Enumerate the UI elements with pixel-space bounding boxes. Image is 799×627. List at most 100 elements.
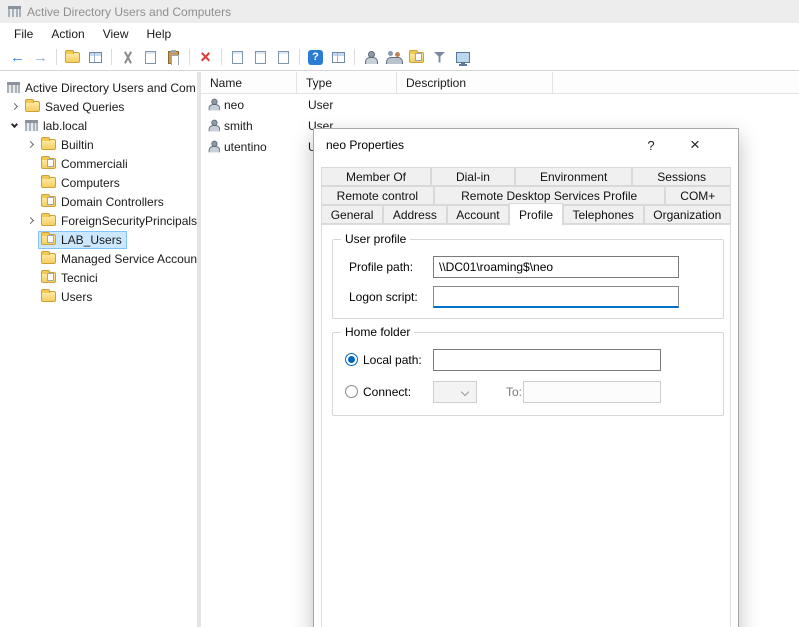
profile-path-input[interactable] (433, 256, 679, 278)
drive-letter-select[interactable] (433, 381, 477, 403)
tab-organization[interactable]: Organization (644, 205, 731, 224)
cut-button[interactable] (116, 46, 139, 68)
tree-item-commerciali[interactable]: Commerciali (0, 154, 197, 173)
tree-item-computers[interactable]: Computers (0, 173, 197, 192)
tab-telephones[interactable]: Telephones (563, 205, 644, 224)
refresh-button[interactable] (249, 46, 272, 68)
monitor-icon (456, 52, 470, 63)
tab-com-plus[interactable]: COM+ (665, 186, 731, 205)
menu-help[interactable]: Help (138, 25, 181, 43)
tree-item-tecnici[interactable]: Tecnici (0, 268, 197, 287)
chevron-right-icon (10, 103, 17, 110)
expand-toggle[interactable] (6, 125, 22, 127)
show-console-tree-button[interactable] (84, 46, 107, 68)
tree-item-foreign-security-principals[interactable]: ForeignSecurityPrincipals (0, 211, 197, 230)
delete-button[interactable] (194, 46, 217, 68)
menu-view[interactable]: View (94, 25, 138, 43)
tree-item-label: lab.local (43, 119, 87, 133)
tree-item-saved-queries[interactable]: Saved Queries (0, 97, 197, 116)
domain-icon (25, 120, 38, 131)
up-one-level-button[interactable] (61, 46, 84, 68)
tree-item-managed-service-accounts[interactable]: Managed Service Accoun (0, 249, 197, 268)
window-titlebar[interactable]: Active Directory Users and Computers (0, 0, 799, 23)
back-button[interactable] (6, 46, 29, 68)
delete-icon (200, 49, 211, 66)
toolbar-separator (299, 49, 300, 65)
expand-toggle[interactable] (22, 142, 38, 147)
folder-icon (41, 177, 56, 188)
tree-item-lab-local[interactable]: lab.local (0, 116, 197, 135)
menu-file[interactable]: File (5, 25, 42, 43)
tab-account[interactable]: Account (447, 205, 510, 224)
properties-button[interactable] (226, 46, 249, 68)
toolbar-separator (221, 49, 222, 65)
tab-environment[interactable]: Environment (515, 167, 632, 186)
neo-properties-dialog: neo Properties ? × Member Of Dial-in Env… (313, 128, 739, 627)
column-header-description[interactable]: Description (397, 72, 553, 93)
toolbar-separator (111, 49, 112, 65)
dialog-close-button[interactable]: × (680, 133, 710, 157)
local-path-radio[interactable] (345, 353, 358, 366)
console-tree-icon (89, 52, 102, 63)
connect-radio[interactable] (345, 385, 358, 398)
menu-bar: File Action View Help (0, 23, 799, 44)
toolbar-separator (354, 49, 355, 65)
ou-folder-icon (41, 272, 56, 283)
window-list-button[interactable] (327, 46, 350, 68)
tab-remote-control[interactable]: Remote control (321, 186, 434, 205)
chevron-down-icon (10, 120, 17, 127)
tab-dial-in[interactable]: Dial-in (431, 167, 515, 186)
tree-item-domain-controllers[interactable]: Domain Controllers (0, 192, 197, 211)
directory-icon (7, 82, 20, 93)
row-name: neo (224, 98, 244, 112)
column-header-name[interactable]: Name (201, 72, 297, 93)
tree-item-label: Domain Controllers (61, 195, 164, 209)
dialog-help-button[interactable]: ? (636, 133, 666, 157)
paste-button[interactable] (162, 46, 185, 68)
tab-address[interactable]: Address (383, 205, 446, 224)
tree-item-builtin[interactable]: Builtin (0, 135, 197, 154)
tab-sessions[interactable]: Sessions (632, 167, 731, 186)
tree-item-label: Computers (61, 176, 120, 190)
export-list-button[interactable] (272, 46, 295, 68)
logon-script-input[interactable] (433, 286, 679, 308)
forward-button[interactable] (29, 46, 52, 68)
column-header-type[interactable]: Type (297, 72, 397, 93)
tab-general[interactable]: General (321, 205, 383, 224)
ou-folder-icon (41, 158, 56, 169)
toolbar (0, 44, 799, 71)
tree-item-lab-users[interactable]: LAB_Users (0, 230, 197, 249)
tree-item-label: Commerciali (61, 157, 128, 171)
folder-icon (41, 291, 56, 302)
menu-action[interactable]: Action (42, 25, 93, 43)
new-group-button[interactable] (382, 46, 405, 68)
column-header-label: Description (406, 76, 466, 90)
tab-member-of[interactable]: Member Of (321, 167, 431, 186)
back-icon (10, 49, 25, 66)
export-list-icon (278, 51, 289, 64)
tab-profile[interactable]: Profile (509, 203, 562, 226)
new-ou-button[interactable] (405, 46, 428, 68)
copy-button[interactable] (139, 46, 162, 68)
new-user-button[interactable] (359, 46, 382, 68)
tree-item-root[interactable]: Active Directory Users and Com (0, 78, 197, 97)
dialog-titlebar[interactable]: neo Properties ? × (314, 129, 738, 161)
help-button[interactable] (304, 46, 327, 68)
advanced-view-button[interactable] (451, 46, 474, 68)
folder-icon (25, 101, 40, 112)
set-filter-button[interactable] (428, 46, 451, 68)
window-list-icon (332, 52, 345, 63)
tree-item-users[interactable]: Users (0, 287, 197, 306)
chevron-right-icon (26, 217, 33, 224)
row-type: User (297, 98, 397, 112)
new-group-icon (386, 51, 402, 64)
local-path-input[interactable] (433, 349, 661, 371)
cut-icon (122, 51, 134, 64)
column-header-label: Type (306, 76, 332, 90)
forward-icon (33, 49, 48, 66)
connect-to-input[interactable] (523, 381, 661, 403)
list-row-neo[interactable]: neo User (201, 94, 799, 115)
help-icon (308, 50, 323, 65)
expand-toggle[interactable] (6, 104, 22, 109)
expand-toggle[interactable] (22, 218, 38, 223)
